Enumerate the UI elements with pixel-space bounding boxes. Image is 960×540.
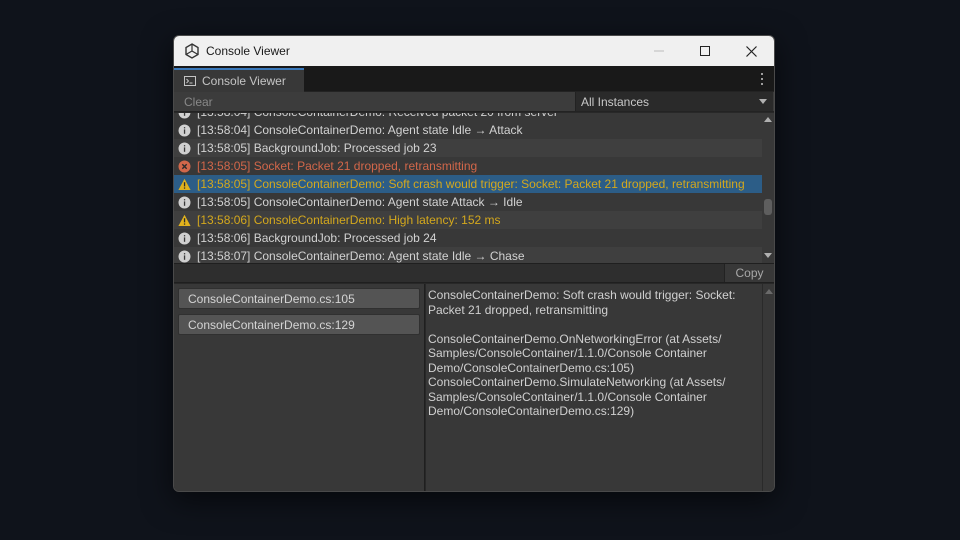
scroll-up-icon[interactable]	[764, 117, 772, 122]
log-text: [13:58:05] Socket: Packet 21 dropped, re…	[197, 159, 478, 173]
tab-label: Console Viewer	[202, 74, 286, 88]
log-row[interactable]: [13:58:05] Socket: Packet 21 dropped, re…	[174, 157, 762, 175]
chevron-down-icon	[759, 99, 767, 104]
info-icon	[178, 113, 191, 118]
log-text: [13:58:04] ConsoleContainerDemo: Agent s…	[197, 123, 523, 137]
log-text: [13:58:05] ConsoleContainerDemo: Soft cr…	[197, 177, 745, 191]
detail-scrollbar[interactable]	[762, 284, 774, 491]
log-detail-text[interactable]: ConsoleContainerDemo: Soft crash would t…	[426, 284, 762, 491]
info-icon	[178, 250, 191, 262]
log-row[interactable]: [13:58:04] ConsoleContainerDemo: Agent s…	[174, 121, 762, 139]
detail-line: Packet 21 dropped, retransmitting	[428, 302, 609, 317]
console-icon	[184, 76, 196, 86]
copy-button[interactable]: Copy	[724, 264, 774, 282]
log-text: [13:58:06] BackgroundJob: Processed job …	[197, 231, 437, 245]
info-icon	[178, 124, 191, 136]
scrollbar-thumb[interactable]	[764, 199, 772, 215]
detail-line: Samples/ConsoleContainer/1.1.0/Console C…	[428, 389, 707, 404]
stack-frame-label: ConsoleContainerDemo.cs:105	[188, 291, 355, 306]
log-text: [13:58:05] BackgroundJob: Processed job …	[197, 141, 437, 155]
log-row[interactable]: [13:58:05] ConsoleContainerDemo: Agent s…	[174, 193, 762, 211]
instances-dropdown[interactable]: All Instances	[575, 92, 773, 111]
stack-frame-label: ConsoleContainerDemo.cs:129	[188, 317, 355, 332]
title-bar[interactable]: Console Viewer	[174, 36, 774, 66]
close-button[interactable]	[728, 36, 774, 66]
console-viewer-window: Console Viewer Console Viewer Clear All …	[173, 35, 775, 492]
log-text: [13:58:04] ConsoleContainerDemo: Receive…	[197, 113, 558, 119]
toolbar: Clear All Instances	[174, 92, 774, 112]
stack-frame-button[interactable]: ConsoleContainerDemo.cs:105	[178, 288, 420, 309]
scroll-up-icon[interactable]	[765, 289, 773, 294]
info-icon	[178, 142, 191, 154]
log-list[interactable]: [13:58:04] ConsoleContainerDemo: Receive…	[174, 113, 762, 263]
unity-logo-icon	[185, 43, 199, 59]
log-row[interactable]: [13:58:06] ConsoleContainerDemo: High la…	[174, 211, 762, 229]
detail-toolbar: Copy	[174, 263, 774, 283]
log-text: [13:58:05] ConsoleContainerDemo: Agent s…	[197, 195, 523, 209]
log-row[interactable]: [13:58:06] BackgroundJob: Processed job …	[174, 229, 762, 247]
log-row[interactable]: [13:58:05] BackgroundJob: Processed job …	[174, 139, 762, 157]
detail-line	[428, 317, 760, 332]
log-list-scrollbar[interactable]	[762, 113, 774, 263]
close-icon	[745, 45, 757, 57]
log-text: [13:58:07] ConsoleContainerDemo: Agent s…	[197, 249, 525, 263]
detail-line: ConsoleContainerDemo.OnNetworkingError (…	[428, 331, 722, 346]
stack-frame-list: ConsoleContainerDemo.cs:105 ConsoleConta…	[174, 284, 425, 491]
clear-button[interactable]: Clear	[184, 95, 213, 109]
detail-line: ConsoleContainerDemo: Soft crash would t…	[428, 288, 736, 302]
info-icon	[178, 196, 191, 208]
info-icon	[178, 232, 191, 244]
scroll-down-icon[interactable]	[764, 253, 772, 258]
detail-line: Demo/ConsoleContainerDemo.cs:129)	[428, 404, 635, 418]
stack-frame-button[interactable]: ConsoleContainerDemo.cs:129	[178, 314, 420, 335]
detail-line: Samples/ConsoleContainer/1.1.0/Console C…	[428, 346, 707, 360]
minimize-icon	[654, 50, 664, 52]
log-row[interactable]: [13:58:07] ConsoleContainerDemo: Agent s…	[174, 247, 762, 263]
log-row[interactable]: [13:58:04] ConsoleContainerDemo: Receive…	[174, 113, 762, 121]
more-options-button[interactable]	[758, 71, 766, 87]
maximize-icon	[700, 46, 710, 56]
log-row[interactable]: [13:58:05] ConsoleContainerDemo: Soft cr…	[174, 175, 762, 193]
warning-icon	[178, 178, 191, 190]
maximize-button[interactable]	[682, 36, 728, 66]
detail-line: Demo/ConsoleContainerDemo.cs:105)	[428, 360, 635, 375]
error-icon	[178, 160, 191, 172]
window-title: Console Viewer	[206, 44, 290, 58]
tab-bar: Console Viewer	[174, 66, 774, 92]
tab-console-viewer[interactable]: Console Viewer	[174, 68, 304, 92]
detail-line: ConsoleContainerDemo.SimulateNetworking …	[428, 375, 726, 389]
warning-icon	[178, 214, 191, 226]
minimize-button[interactable]	[636, 36, 682, 66]
log-text: [13:58:06] ConsoleContainerDemo: High la…	[197, 213, 501, 227]
instances-selected-value: All Instances	[581, 94, 650, 109]
